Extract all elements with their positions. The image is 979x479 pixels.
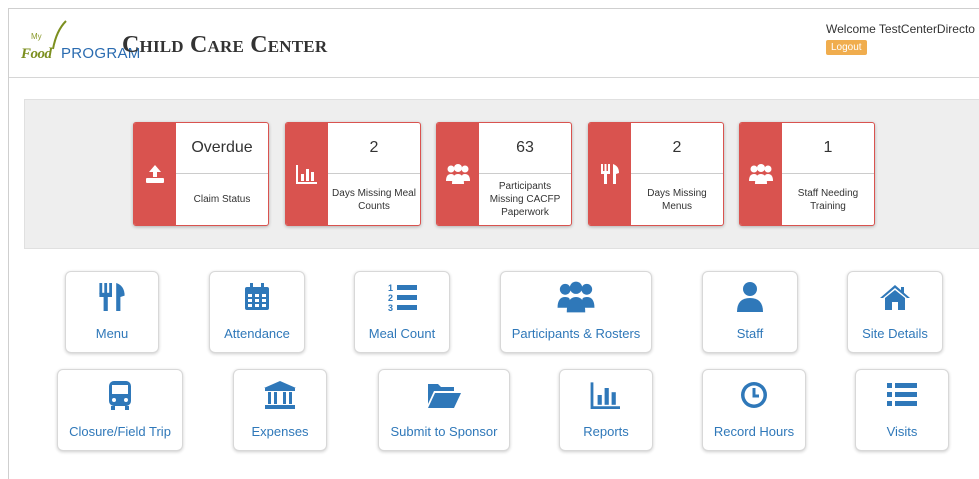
- days-missing-meal-counts-card[interactable]: 2 Days Missing Meal Counts: [285, 122, 421, 226]
- attendance-tile[interactable]: Attendance: [209, 271, 305, 353]
- stat-label: Participants Missing CACFP Paperwork: [489, 181, 561, 218]
- myfoodprogram-logo[interactable]: My Food PROGRAM: [19, 20, 140, 66]
- upload-icon: [134, 123, 176, 225]
- clock-icon: [703, 378, 805, 412]
- numbered-list-icon: 123: [355, 280, 449, 314]
- page-title: Child Care Center: [122, 32, 328, 58]
- tile-label: Reports: [583, 424, 629, 439]
- status-panel: Overdue Claim Status 2 Days Missing Meal…: [24, 99, 979, 249]
- stat-label: Claim Status: [193, 194, 251, 205]
- logo-my-text: My: [31, 32, 42, 41]
- tile-label: Participants & Rosters: [511, 326, 641, 341]
- fork-knife-icon: [589, 123, 631, 225]
- staff-tile[interactable]: Staff: [702, 271, 798, 353]
- participants-rosters-tile[interactable]: Participants & Rosters: [500, 271, 652, 353]
- bank-icon: [234, 378, 326, 412]
- logout-button[interactable]: Logout: [826, 40, 867, 55]
- home-icon: [848, 280, 942, 314]
- folder-open-icon: [379, 378, 509, 412]
- user-icon: [703, 280, 797, 314]
- closure-field-trip-tile[interactable]: Closure/Field Trip: [57, 369, 183, 451]
- tile-label: Site Details: [862, 326, 928, 341]
- logo-food-text: Food: [21, 46, 52, 62]
- users-icon: [740, 123, 782, 225]
- reports-tile[interactable]: Reports: [559, 369, 653, 451]
- staff-needing-training-card[interactable]: 1 Staff Needing Training: [739, 122, 875, 226]
- record-hours-tile[interactable]: Record Hours: [702, 369, 806, 451]
- stat-value: Overdue: [191, 139, 253, 156]
- tile-label: Submit to Sponsor: [390, 424, 498, 439]
- fork-knife-icon: [66, 280, 158, 314]
- expenses-tile[interactable]: Expenses: [233, 369, 327, 451]
- tile-label: Staff: [736, 326, 764, 341]
- days-missing-menus-card[interactable]: 2 Days Missing Menus: [588, 122, 724, 226]
- participants-missing-paperwork-card[interactable]: 63 Participants Missing CACFP Paperwork: [436, 122, 572, 226]
- tile-label: Expenses: [251, 424, 309, 439]
- visits-tile[interactable]: Visits: [855, 369, 949, 451]
- site-details-tile[interactable]: Site Details: [847, 271, 943, 353]
- submit-to-sponsor-tile[interactable]: Submit to Sponsor: [378, 369, 510, 451]
- stat-label: Days Missing Meal Counts: [332, 187, 416, 212]
- stat-value: 1: [823, 139, 833, 156]
- stat-value: 2: [369, 139, 379, 156]
- svg-text:2: 2: [388, 293, 393, 303]
- users-icon: [437, 123, 479, 225]
- tile-label: Visits: [886, 424, 918, 439]
- tile-label: Attendance: [224, 326, 290, 341]
- calendar-icon: [210, 280, 304, 314]
- welcome-text: Welcome TestCenterDirecto: [826, 22, 975, 36]
- stat-value: 63: [516, 139, 534, 156]
- menu-tile[interactable]: Menu: [65, 271, 159, 353]
- stat-label: Staff Needing Training: [797, 187, 859, 212]
- users-icon: [501, 280, 651, 314]
- claim-status-card[interactable]: Overdue Claim Status: [133, 122, 269, 226]
- meal-count-tile[interactable]: 123 Meal Count: [354, 271, 450, 353]
- svg-text:1: 1: [388, 283, 393, 293]
- tile-label: Menu: [95, 326, 129, 341]
- stat-value: 2: [672, 139, 682, 156]
- tile-label: Record Hours: [713, 424, 795, 439]
- tile-label: Closure/Field Trip: [69, 424, 171, 439]
- stat-label: Days Missing Menus: [647, 187, 707, 212]
- bar-chart-icon: [286, 123, 328, 225]
- list-icon: [856, 378, 948, 412]
- tile-label: Meal Count: [368, 326, 436, 341]
- bus-icon: [58, 378, 182, 412]
- svg-text:3: 3: [388, 303, 393, 313]
- bar-chart-icon: [560, 378, 652, 412]
